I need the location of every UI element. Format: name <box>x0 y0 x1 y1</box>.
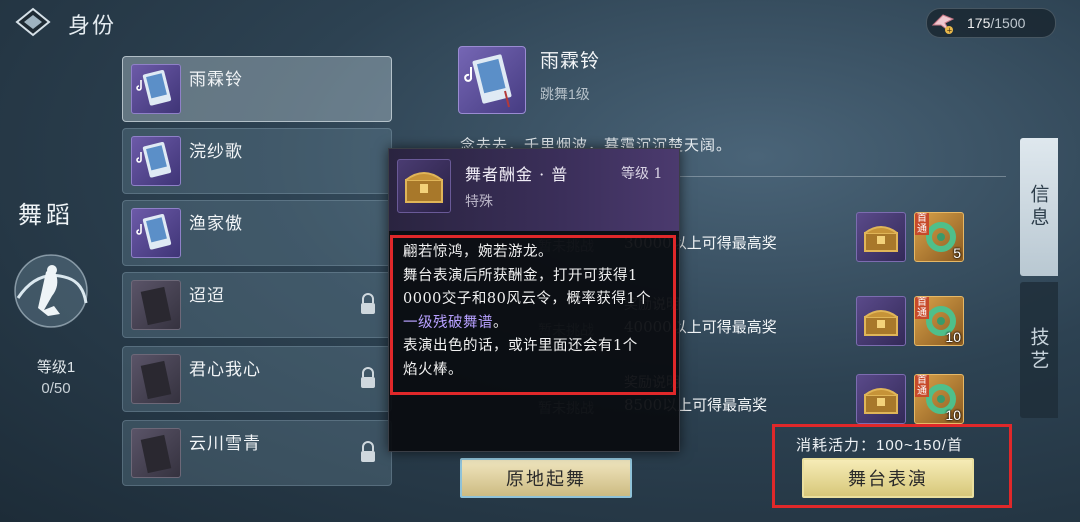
diamond-back-icon <box>15 7 51 37</box>
highlight-frame-tooltip <box>390 235 676 395</box>
song-name: 浣纱歌 <box>189 142 243 162</box>
song-name: 君心我心 <box>189 360 261 380</box>
song-item[interactable]: 迢迢 <box>122 272 392 338</box>
dance-tab-label[interactable]: 舞蹈 <box>18 195 74 230</box>
music-scroll-icon <box>131 208 181 258</box>
tab-skill-label: 技艺 <box>1027 327 1050 373</box>
song-item[interactable]: 君心我心 <box>122 346 392 412</box>
tooltip-item-level: 等级 1 <box>621 166 663 182</box>
lock-icon <box>359 441 377 463</box>
song-item[interactable]: 渔家傲 <box>122 200 392 266</box>
locked-scroll-icon <box>131 354 181 404</box>
back-button[interactable] <box>14 6 52 38</box>
treasure-chest-icon <box>397 159 451 213</box>
song-name: 雨霖铃 <box>189 70 243 90</box>
song-requirement: 跳舞1级 <box>540 86 590 102</box>
song-name: 迢迢 <box>189 286 225 306</box>
reward-count: 10 <box>945 407 961 423</box>
svg-text:+: + <box>947 27 953 35</box>
dance-level-progress: 0/50 <box>41 380 71 397</box>
lock-icon <box>359 367 377 389</box>
tooltip-item-type: 特殊 <box>465 194 493 210</box>
music-scroll-icon <box>131 64 181 114</box>
reward-count: 10 <box>945 329 961 345</box>
lock-icon <box>359 293 377 315</box>
locked-scroll-icon <box>131 280 181 330</box>
treasure-chest-icon[interactable] <box>856 296 906 346</box>
energy-indicator[interactable]: + 175/1500 <box>926 8 1056 38</box>
dance-in-place-button[interactable]: 原地起舞 <box>460 458 632 498</box>
treasure-chest-icon[interactable] <box>856 374 906 424</box>
item-tooltip: 舞者酬金 · 普 等级 1 特殊 翩若惊鸿，婉若游龙。 舞台表演后所获酬金，打开… <box>388 148 680 452</box>
dance-level: 等级1 <box>36 359 76 376</box>
song-title: 雨霖铃 <box>540 50 601 72</box>
page-title: 身份 <box>68 14 117 39</box>
jade-ornament-icon[interactable]: 首通 10 <box>914 374 964 424</box>
stage-performance-button[interactable]: 舞台表演 <box>802 458 974 498</box>
first-clear-tag: 首通 <box>915 375 929 397</box>
song-name: 渔家傲 <box>189 214 243 234</box>
energy-value: 175/1500 <box>967 15 1026 31</box>
top-bar: 身份 + 175/1500 <box>0 0 1080 44</box>
music-scroll-icon <box>458 46 526 114</box>
first-clear-tag: 首通 <box>915 297 929 319</box>
reward-count: 5 <box>953 245 961 261</box>
song-name: 云川雪青 <box>189 434 261 454</box>
treasure-chest-icon[interactable] <box>856 212 906 262</box>
song-item[interactable]: 浣纱歌 <box>122 128 392 194</box>
song-item[interactable]: 云川雪青 <box>122 420 392 486</box>
energy-cost-label: 消耗活力：100~150/首 <box>796 437 963 454</box>
tab-info[interactable]: 信息 <box>1020 138 1058 276</box>
jade-ornament-icon[interactable]: 首通 10 <box>914 296 964 346</box>
tab-info-label: 信息 <box>1027 184 1050 230</box>
crane-energy-icon: + <box>931 14 955 35</box>
first-clear-tag: 首通 <box>915 213 929 235</box>
tooltip-header: 舞者酬金 · 普 等级 1 特殊 <box>389 149 679 231</box>
locked-scroll-icon <box>131 428 181 478</box>
song-item[interactable]: 雨霖铃 <box>122 56 392 122</box>
tab-skill[interactable]: 技艺 <box>1020 282 1058 418</box>
music-scroll-icon <box>131 136 181 186</box>
dancer-emblem-icon <box>8 248 94 334</box>
tooltip-item-name: 舞者酬金 · 普 <box>465 165 569 184</box>
jade-ornament-icon[interactable]: 首通 5 <box>914 212 964 262</box>
